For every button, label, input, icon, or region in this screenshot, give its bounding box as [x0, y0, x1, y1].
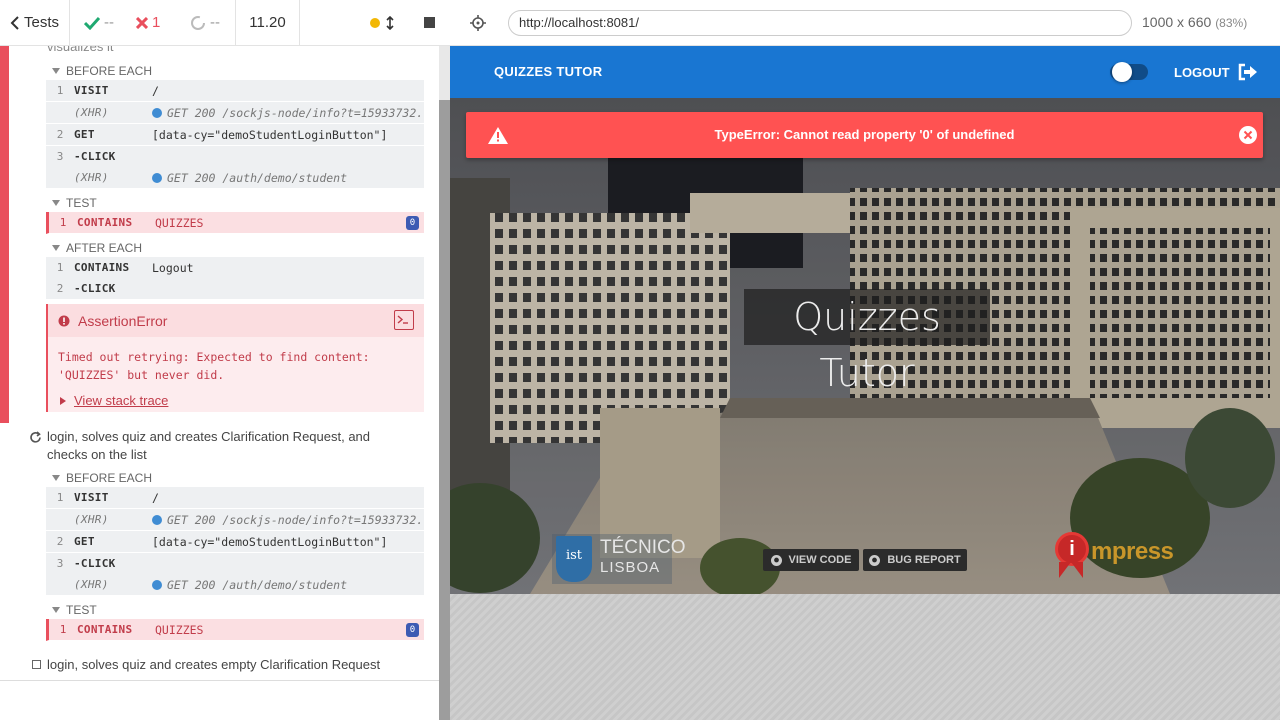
command-row[interactable]: 2 GET [data-cy="demoStudentLoginButton"]	[46, 124, 424, 146]
scrollbar-thumb[interactable]	[439, 100, 450, 720]
test-item-running[interactable]: login, solves quiz and creates Clarifica…	[0, 428, 439, 468]
test-title-previous: visualizes it	[47, 46, 114, 54]
command-log: visualizes it BEFORE EACH 1 VISIT / (XHR) G…	[0, 46, 439, 680]
hook-test[interactable]: TEST	[52, 603, 97, 617]
app-toolbar: QUIZZES TUTOR LOGOUT	[450, 46, 1280, 98]
error-header: AssertionError	[48, 304, 424, 337]
pending-count: --	[180, 0, 236, 45]
error-alert: TypeError: Cannot read property '0' of u…	[466, 112, 1263, 158]
element-count-badge: 0	[406, 216, 419, 230]
bug-report-button[interactable]: BUG REPORT	[863, 549, 967, 571]
logout-button[interactable]: LOGOUT	[1174, 63, 1258, 81]
auto-scroll-icon[interactable]	[386, 15, 394, 30]
reporter-header: Tests -- 1 -- 11.20	[0, 0, 450, 46]
impress-ribbon-icon: i	[1055, 532, 1089, 566]
caret-right-icon	[60, 396, 66, 405]
command-row-failed[interactable]: 1 CONTAINS QUIZZES 0	[46, 619, 424, 641]
hook-after-each[interactable]: AFTER EACH	[52, 241, 142, 255]
command-row[interactable]: 1 VISIT /	[46, 80, 424, 102]
command-row-xhr[interactable]: (XHR) GET 200 /auth/demo/student	[46, 167, 424, 189]
chevron-left-icon	[10, 15, 19, 30]
running-indicator-icon	[370, 17, 380, 28]
hook-test[interactable]: TEST	[52, 196, 97, 210]
app-under-test: http://localhost:8081/ 1000 x 660 (83%) …	[450, 0, 1280, 720]
github-icon	[869, 554, 881, 566]
xhr-status-dot-icon	[152, 514, 162, 525]
xhr-status-dot-icon	[152, 579, 162, 590]
controls	[300, 0, 450, 45]
tecnico-logo: ist TÉCNICO LISBOA	[552, 534, 686, 584]
url-bar: http://localhost:8081/ 1000 x 660 (83%)	[450, 0, 1280, 46]
url-input[interactable]: http://localhost:8081/	[508, 10, 1132, 36]
checkbox-empty-icon	[32, 660, 41, 669]
stop-button[interactable]	[424, 17, 435, 28]
xhr-status-dot-icon	[152, 107, 162, 118]
xhr-status-dot-icon	[152, 172, 162, 183]
command-row-xhr[interactable]: (XHR) GET 200 /auth/demo/student	[46, 574, 424, 596]
tests-label: Tests	[23, 14, 59, 31]
tecnico-shield-icon: ist	[556, 536, 592, 582]
theme-toggle[interactable]	[1110, 62, 1148, 82]
reporter-footer	[0, 680, 439, 720]
hero-background: TypeError: Cannot read property '0' of u…	[450, 98, 1280, 594]
command-row-xhr[interactable]: (XHR) GET 200 /sockjs-node/info?t=1593373…	[46, 509, 424, 531]
pending-circle-icon	[191, 15, 205, 30]
command-row-xhr[interactable]: (XHR) GET 200 /sockjs-node/info?t=1593373…	[46, 102, 424, 124]
element-count-badge: 0	[406, 623, 419, 637]
command-row[interactable]: 3 -CLICK	[46, 553, 424, 575]
alert-message: TypeError: Cannot read property '0' of u…	[714, 127, 1015, 142]
close-icon[interactable]	[1239, 126, 1257, 144]
command-row[interactable]: 3 -CLICK	[46, 146, 424, 168]
test-reporter: Tests -- 1 -- 11.20 visualizes it BEFORE…	[0, 0, 450, 720]
hook-before-each[interactable]: BEFORE EACH	[52, 64, 152, 78]
test-title: login, solves quiz and creates empty Cla…	[47, 657, 381, 672]
command-row[interactable]: 2 GET [data-cy="demoStudentLoginButton"]	[46, 531, 424, 553]
viewport-background	[450, 594, 1280, 720]
assertion-error-panel: AssertionError Timed out retrying: Expec…	[46, 304, 424, 412]
command-row[interactable]: 2 -CLICK	[46, 278, 424, 300]
selector-playground-icon[interactable]	[470, 15, 486, 31]
github-icon	[770, 554, 782, 566]
error-circle-icon	[58, 315, 70, 326]
refresh-icon	[30, 431, 41, 443]
x-icon	[136, 16, 148, 29]
view-stack-trace-link[interactable]: View stack trace	[60, 393, 168, 408]
print-to-console-icon[interactable]	[394, 310, 414, 330]
hook-before-each[interactable]: BEFORE EACH	[52, 471, 152, 485]
passed-count: --	[70, 0, 126, 45]
app-brand[interactable]: QUIZZES TUTOR	[494, 64, 602, 79]
reporter-scrollbar[interactable]	[439, 46, 450, 720]
command-row-failed[interactable]: 1 CONTAINS QUIZZES 0	[46, 212, 424, 234]
hero-title: Quizzes Tutor	[744, 289, 990, 395]
command-row[interactable]: 1 CONTAINS Logout	[46, 257, 424, 279]
view-code-button[interactable]: VIEW CODE	[763, 549, 859, 571]
impress-logo: i mpress	[1053, 532, 1203, 588]
test-title: login, solves quiz and creates Clarifica…	[47, 429, 371, 462]
logout-icon	[1238, 63, 1257, 81]
test-item-pending[interactable]: login, solves quiz and creates empty Cla…	[0, 656, 439, 678]
failed-test-indicator	[0, 46, 9, 423]
error-title: AssertionError	[78, 312, 168, 329]
duration: 11.20	[236, 0, 300, 45]
tests-nav-button[interactable]: Tests	[0, 0, 70, 45]
check-icon	[84, 16, 100, 30]
app-frame: QUIZZES TUTOR LOGOUT TypeError: Cannot r…	[450, 46, 1280, 594]
error-message: Timed out retrying: Expected to find con…	[58, 350, 370, 382]
viewport-info: 1000 x 660 (83%)	[1142, 14, 1248, 30]
failed-count: 1	[126, 0, 180, 45]
command-row[interactable]: 1 VISIT /	[46, 487, 424, 509]
